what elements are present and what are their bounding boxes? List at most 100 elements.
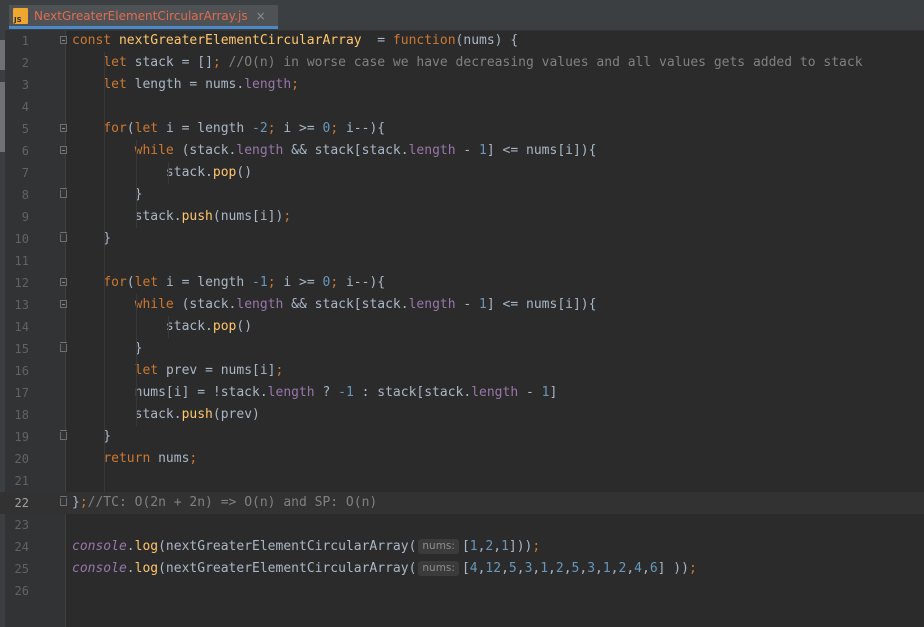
code-token: ;	[283, 209, 292, 224]
code-token: log	[134, 539, 159, 554]
indent-guide	[136, 140, 137, 228]
line-number: 8	[21, 188, 29, 202]
code-token: ;	[330, 121, 339, 136]
code-line[interactable]: 17 nums[i] = !stack.length ? -1 : stack[…	[0, 382, 924, 404]
code-token: i >=	[275, 121, 323, 136]
code-token: ;	[275, 363, 284, 378]
code-line[interactable]: 18 stack.push(prev)	[0, 404, 924, 426]
line-number: 20	[14, 452, 29, 466]
code-line[interactable]: 23	[0, 514, 924, 536]
code-token: //TC: O(2n + 2n) => O(n) and SP: O(n)	[87, 495, 378, 510]
code-token: && stack[stack.	[283, 143, 409, 158]
line-number: 5	[21, 122, 29, 136]
code-token: stack.	[72, 407, 182, 422]
code-line[interactable]: 13 while (stack.length && stack[stack.le…	[0, 294, 924, 316]
code-token: 1	[469, 539, 478, 554]
code-text: return nums;	[72, 448, 197, 470]
code-token: (nextGreaterElementCircularArray(	[158, 561, 417, 576]
code-token: let	[103, 55, 135, 70]
code-line[interactable]: 15 }	[0, 338, 924, 360]
code-token: (	[126, 121, 135, 136]
code-token: 4	[634, 561, 642, 576]
code-line[interactable]: 25 console.log(nextGreaterElementCircular…	[0, 558, 924, 580]
code-line[interactable]: 12 for(let i = length -1; i >= 0; i--){	[0, 272, 924, 294]
code-line[interactable]: 21	[0, 470, 924, 492]
line-number: 13	[14, 298, 29, 312]
fold-end-icon[interactable]	[60, 430, 67, 440]
code-token: nums[i] = !stack.	[72, 385, 268, 400]
code-line[interactable]: 7 stack.pop()	[0, 162, 924, 184]
js-file-icon	[13, 7, 28, 25]
code-token: ;	[212, 55, 221, 70]
fold-collapse-icon[interactable]	[60, 146, 67, 154]
code-token: i = length	[165, 121, 253, 136]
code-text: let stack = []; //O(n) in worse case we …	[72, 52, 862, 74]
fold-collapse-icon[interactable]	[60, 278, 67, 286]
code-token: }	[72, 231, 112, 246]
code-token: (nums[i])	[212, 209, 284, 224]
code-token: : stack[stack.	[353, 385, 472, 400]
code-token: }	[72, 495, 80, 510]
code-line[interactable]: 2 let stack = []; //O(n) in worse case w…	[0, 52, 924, 74]
code-line[interactable]: 19 }	[0, 426, 924, 448]
code-line[interactable]: 24 console.log(nextGreaterElementCircular…	[0, 536, 924, 558]
code-line[interactable]: 10 }	[0, 228, 924, 250]
code-token: ,	[563, 561, 572, 576]
line-number: 24	[14, 540, 29, 554]
code-token: ]))	[508, 539, 533, 554]
code-token: && stack[stack.	[283, 297, 409, 312]
code-token: ;	[688, 561, 697, 576]
fold-collapse-icon[interactable]	[60, 36, 67, 44]
code-line[interactable]: 1 const nextGreaterElementCircularArray =…	[0, 30, 924, 52]
code-token: log	[134, 561, 159, 576]
code-token: i--){	[338, 121, 386, 136]
code-line[interactable]: 8 }	[0, 184, 924, 206]
code-line[interactable]: 14 stack.pop()	[0, 316, 924, 338]
code-token: }	[72, 341, 143, 356]
code-token: function	[392, 33, 456, 48]
line-number: 16	[14, 364, 29, 378]
line-number: 25	[14, 562, 29, 576]
line-number: 4	[21, 100, 29, 114]
code-line[interactable]: 4	[0, 96, 924, 118]
fold-end-icon[interactable]	[60, 496, 67, 506]
close-icon[interactable]: ×	[256, 9, 266, 23]
fold-end-icon[interactable]	[60, 232, 67, 242]
code-line[interactable]: 5 for(let i = length -2; i >= 0; i--){	[0, 118, 924, 140]
code-token: 1	[540, 561, 549, 576]
code-text: nums[i] = !stack.length ? -1 : stack[sta…	[72, 382, 558, 404]
code-token: pop	[212, 319, 237, 334]
code-token: for	[103, 121, 127, 136]
code-token: ,	[493, 539, 502, 554]
code-token: length	[236, 143, 284, 158]
fold-end-icon[interactable]	[60, 188, 67, 198]
code-token: [	[461, 561, 470, 576]
code-token: 3	[587, 561, 596, 576]
indent-guide	[136, 294, 137, 426]
line-number: 21	[14, 474, 29, 488]
code-line[interactable]: 22};//TC: O(2n + 2n) => O(n) and SP: O(n…	[0, 492, 924, 514]
fold-collapse-icon[interactable]	[60, 124, 67, 132]
code-token: let	[103, 77, 135, 92]
line-number: 10	[14, 232, 29, 246]
fold-end-icon[interactable]	[60, 342, 67, 352]
code-line[interactable]: 26	[0, 580, 924, 602]
code-line[interactable]: 16 let prev = nums[i];	[0, 360, 924, 382]
code-line[interactable]: 6 while (stack.length && stack[stack.len…	[0, 140, 924, 162]
code-line[interactable]: 11	[0, 250, 924, 272]
code-line[interactable]: 3 let length = nums.length;	[0, 74, 924, 96]
fold-collapse-icon[interactable]	[60, 300, 67, 308]
code-token: stack = []	[134, 55, 213, 70]
tab-nextgreaterelementcirculararray[interactable]: NextGreaterElementCircularArray.js ×	[9, 5, 278, 29]
code-token: ;	[291, 77, 299, 92]
code-token: return	[103, 451, 159, 466]
indent-guide	[168, 316, 169, 338]
code-token: ] ))	[657, 561, 689, 576]
code-line[interactable]: 9 stack.push(nums[i]);	[0, 206, 924, 228]
line-number: 1	[21, 34, 29, 48]
code-text: }	[72, 228, 111, 250]
code-line[interactable]: 20 return nums;	[0, 448, 924, 470]
code-token: ] <= nums[i]){	[486, 297, 597, 312]
code-token: ;	[532, 539, 541, 554]
